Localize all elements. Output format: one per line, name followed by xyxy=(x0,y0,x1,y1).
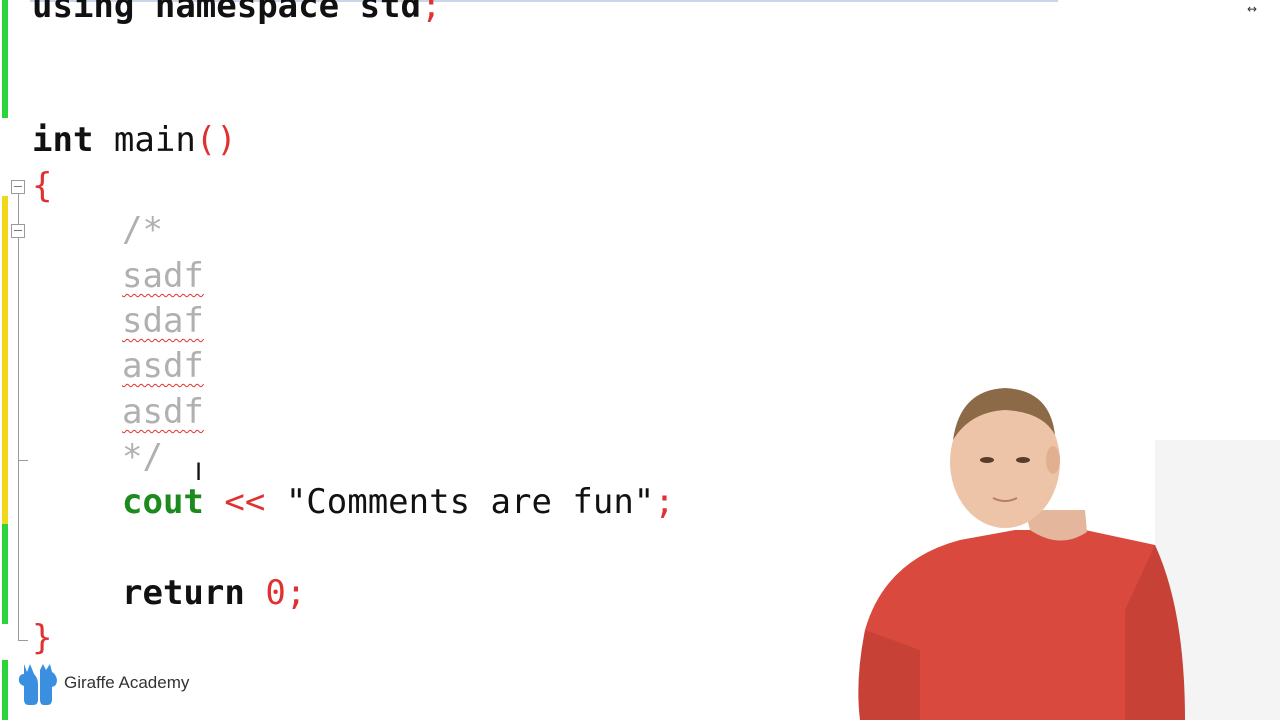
comment-open: /* xyxy=(122,210,163,250)
fold-toggle-icon[interactable] xyxy=(11,180,25,194)
giraffe-academy-logo: Giraffe Academy xyxy=(16,660,189,706)
semicolon: ; xyxy=(420,0,442,26)
fold-toggle-icon[interactable] xyxy=(11,224,25,238)
comment-line: asdf xyxy=(122,346,204,386)
webcam-overlay xyxy=(825,380,1280,720)
comment-line: asdf xyxy=(122,392,204,432)
code-line-close-brace: } xyxy=(32,618,52,658)
stream-operator: << xyxy=(224,482,266,522)
comment-line: sdaf xyxy=(122,301,204,341)
namespace-identifier: std xyxy=(359,0,421,26)
function-name: main xyxy=(113,120,196,160)
cout-identifier: cout xyxy=(122,482,204,522)
parens: () xyxy=(195,120,237,160)
code-line-main: int main() xyxy=(32,120,237,160)
comment-text: asdf xyxy=(122,392,204,432)
semicolon: ; xyxy=(654,482,675,522)
text-cursor-icon: I xyxy=(195,458,203,486)
comment-text: sadf xyxy=(122,256,204,296)
keyword-return: return xyxy=(122,573,245,613)
open-brace: { xyxy=(32,166,53,206)
keyword-int: int xyxy=(32,120,94,160)
keyword-namespace: namespace xyxy=(154,0,340,26)
code-line-return: return 0; xyxy=(122,573,306,613)
fold-guide-end xyxy=(18,640,28,641)
giraffe-logo-icon xyxy=(18,664,57,705)
change-marker-unsaved xyxy=(2,196,8,524)
comment-close: */ xyxy=(122,437,163,477)
semicolon: ; xyxy=(285,573,307,613)
number-literal: 0 xyxy=(265,573,286,613)
change-marker-saved xyxy=(2,660,8,720)
fold-guide-end xyxy=(18,460,28,461)
fold-guide xyxy=(18,460,19,640)
keyword-using: using xyxy=(32,0,135,26)
resize-icon[interactable]: ↔ xyxy=(1247,2,1257,16)
change-marker-saved xyxy=(2,524,8,624)
code-line-using: using namespace std; xyxy=(32,0,441,26)
comment-text: asdf xyxy=(122,346,204,386)
fold-guide xyxy=(18,194,19,224)
brand-name: Giraffe Academy xyxy=(64,673,190,692)
close-brace: } xyxy=(32,618,53,658)
fold-guide xyxy=(18,238,19,460)
comment-text: sdaf xyxy=(122,301,204,341)
code-line-open-brace: { xyxy=(32,166,52,206)
change-marker-saved xyxy=(2,0,8,118)
comment-close-line: */ xyxy=(122,437,163,477)
comment-line: sadf xyxy=(122,256,204,296)
string-literal: "Comments are fun" xyxy=(285,482,655,522)
editor-gutter xyxy=(0,0,30,720)
code-line-cout: cout << "Comments are fun"; xyxy=(122,482,675,522)
presenter-image xyxy=(825,380,1280,720)
comment-open-line: /* xyxy=(122,210,163,250)
